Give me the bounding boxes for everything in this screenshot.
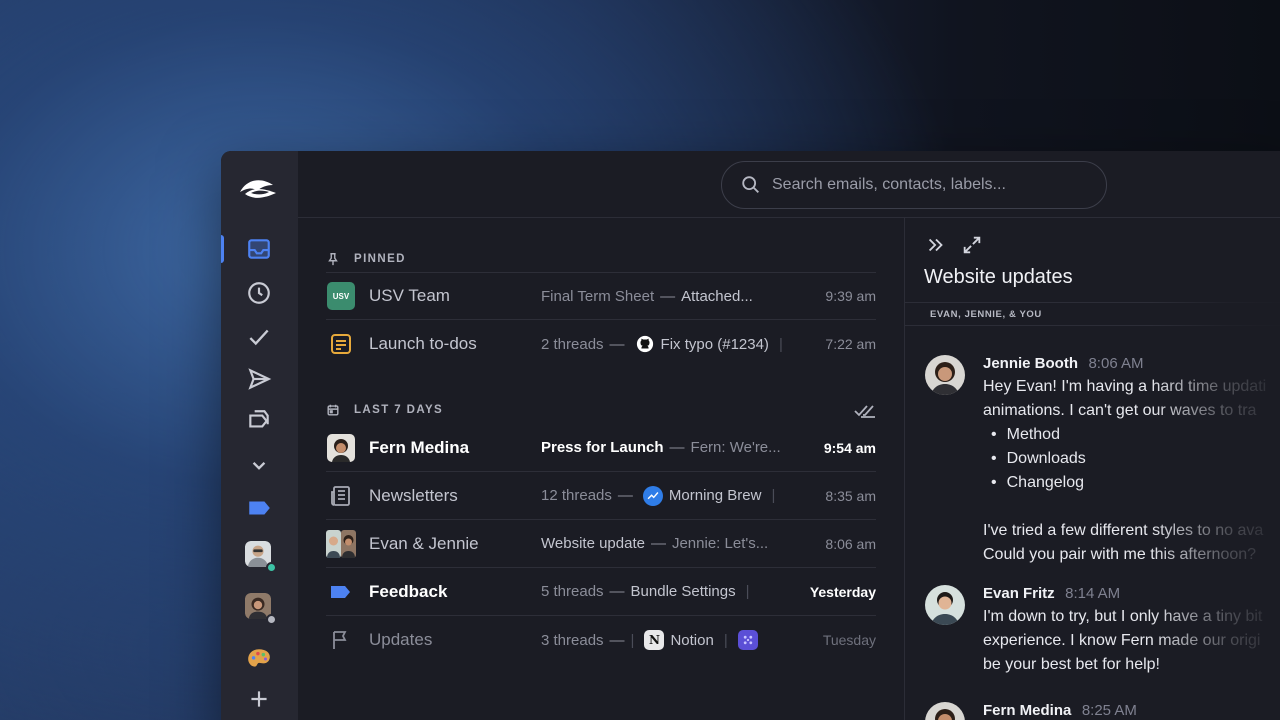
row-snippet: 3 threads — | N Notion | (541, 630, 764, 650)
row-name: Updates (369, 630, 433, 649)
section-last-7-days: LAST 7 DAYS (326, 400, 443, 420)
list-item[interactable]: Fern Medina Press for Launch — Fern: We'… (326, 424, 876, 472)
row-time: 7:22 am (825, 336, 876, 352)
row-time: 9:54 am (823, 439, 876, 456)
top-bar (298, 151, 1280, 218)
divider (905, 325, 1280, 326)
calendar-icon (327, 404, 339, 416)
sender-name[interactable]: Fern Medina (983, 702, 1071, 719)
thread-list: PINNED USV USV Team Final Term Sheet — A… (298, 218, 904, 720)
list-item: Method (991, 423, 1280, 447)
list-item[interactable]: Newsletters 12 threads — Morning Brew | … (326, 472, 876, 520)
pin-icon (328, 253, 338, 266)
avatar (925, 355, 965, 395)
github-icon (635, 334, 655, 354)
participants: EVAN, JENNIE, & YOU (905, 302, 1280, 326)
message-time: 8:14 AM (1065, 585, 1121, 602)
add-icon[interactable] (239, 681, 279, 717)
list-item[interactable]: Feedback 5 threads — Bundle Settings | Y… (326, 568, 876, 616)
row-time: 9:39 am (825, 288, 876, 304)
row-snippet: Press for Launch — Fern: We're... (541, 439, 781, 456)
palette-icon[interactable] (239, 641, 279, 677)
inbox-icon[interactable] (239, 231, 279, 267)
row-name: Feedback (369, 581, 448, 601)
app-window: PINNED USV USV Team Final Term Sheet — A… (221, 151, 1280, 720)
row-name: Fern Medina (369, 437, 470, 457)
morning-brew-icon (642, 485, 663, 506)
row-name: Newsletters (369, 485, 458, 505)
list-item: Changelog (991, 471, 1280, 495)
message-body: Hey Evan! I'm having a hard time updati … (983, 375, 1280, 567)
active-indicator (221, 235, 224, 263)
newspaper-icon (326, 481, 356, 511)
list-item: Downloads (991, 447, 1280, 471)
search-input[interactable] (772, 176, 1072, 194)
mark-all-done-icon[interactable] (853, 400, 877, 420)
message-body: I'm down to try, but I only have a tiny … (983, 608, 1263, 673)
row-time: Yesterday (809, 583, 876, 600)
row-time: Tuesday (822, 632, 876, 648)
chevron-down-icon[interactable] (239, 447, 279, 483)
sidebar-avatar-1[interactable] (239, 537, 279, 573)
row-snippet: 12 threads — Morning Brew | (541, 485, 776, 506)
flag-icon (326, 625, 356, 655)
group-avatar (326, 529, 356, 559)
contact-avatar (326, 433, 356, 463)
message-time: 8:25 AM (1081, 702, 1137, 719)
labels-stack-icon[interactable] (239, 403, 279, 439)
row-snippet: 2 threads — Fix typo (#1234) | (541, 334, 783, 354)
list-item[interactable]: USV USV Team Final Term Sheet — Attached… (326, 272, 876, 320)
app-logo[interactable] (237, 175, 279, 203)
row-name: Launch to-dos (369, 334, 477, 353)
section-pinned-label: PINNED (354, 253, 406, 265)
reading-pane: Website updates EVAN, JENNIE, & YOU Jenn… (904, 218, 1280, 720)
label-tag-icon (326, 577, 356, 607)
list-item[interactable]: Launch to-dos 2 threads — Fix typo (#123… (326, 320, 876, 368)
sender-name[interactable]: Evan Fritz (983, 585, 1055, 602)
search-bar[interactable] (721, 161, 1107, 209)
usv-team-badge: USV (326, 281, 356, 311)
row-snippet: Final Term Sheet — Attached... (541, 287, 753, 305)
row-snippet: 5 threads — Bundle Settings | (541, 583, 750, 600)
row-time: 8:06 am (825, 535, 876, 552)
list-item[interactable]: Updates 3 threads — | N Notion | Tuesday (326, 616, 876, 664)
expand-icon[interactable] (961, 234, 983, 256)
section-last-7-days-label: LAST 7 DAYS (354, 404, 444, 416)
collapse-pane-icon[interactable] (925, 234, 947, 256)
sidebar-avatar-2[interactable] (239, 589, 279, 625)
sidebar (221, 151, 298, 720)
row-name: USV Team (369, 286, 450, 305)
sent-icon[interactable] (239, 361, 279, 397)
presence-online-icon (266, 562, 277, 573)
message-time: 8:06 AM (1088, 355, 1144, 372)
row-time: 8:35 am (825, 487, 876, 504)
clock-icon[interactable] (239, 275, 279, 311)
app-integration-icon (737, 630, 758, 650)
thread-title: Website updates (924, 266, 1073, 288)
notion-icon: N (644, 630, 665, 650)
todo-list-icon (326, 329, 356, 359)
sender-name[interactable]: Jennie Booth (983, 355, 1078, 372)
avatar (925, 702, 965, 720)
avatar (925, 585, 965, 625)
section-pinned: PINNED (326, 249, 406, 269)
presence-away-icon (266, 614, 277, 625)
label-tag-icon[interactable] (239, 490, 279, 526)
row-name: Evan & Jennie (369, 533, 479, 553)
search-icon (742, 176, 759, 193)
done-check-icon[interactable] (239, 319, 279, 355)
row-snippet: Website update — Jennie: Let's... (541, 535, 769, 552)
list-item[interactable]: Evan & Jennie Website update — Jennie: L… (326, 520, 876, 568)
